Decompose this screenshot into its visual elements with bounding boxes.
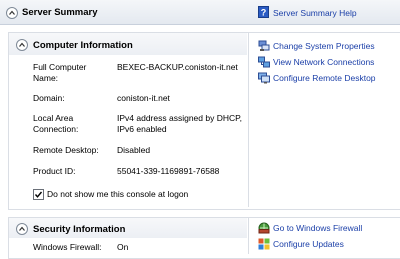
full-computer-name-label: Full Computer Name: — [33, 62, 87, 83]
svg-text:?: ? — [261, 8, 267, 18]
system-properties-icon — [258, 40, 270, 52]
remote-desktop-icon — [258, 72, 270, 84]
windows-firewall-value: On — [117, 242, 129, 252]
change-system-properties-link[interactable]: Change System Properties — [273, 41, 375, 51]
do-not-show-checkbox[interactable] — [33, 189, 44, 200]
local-area-connection-value: IPv4 address assigned by DHCP, IPv6 enab… — [117, 113, 243, 134]
security-divider — [248, 218, 249, 254]
local-area-connection-label: Local Area Connection: — [33, 113, 79, 134]
computer-information-title: Computer Information — [33, 40, 133, 51]
full-computer-name-value: BEXEC-BACKUP.coniston-it.net — [117, 62, 238, 72]
section-divider — [248, 33, 249, 207]
security-information-title: Security Information — [33, 224, 126, 235]
server-summary-help-link[interactable]: Server Summary Help — [273, 8, 357, 18]
updates-icon — [258, 238, 270, 250]
firewall-icon — [258, 222, 270, 234]
checkmark-icon — [34, 191, 43, 198]
do-not-show-label[interactable]: Do not show me this console at logon — [47, 189, 188, 199]
collapse-security-information-button[interactable] — [16, 223, 28, 235]
windows-firewall-label: Windows Firewall: — [33, 242, 102, 252]
chevron-up-icon — [19, 42, 25, 47]
go-to-windows-firewall-link[interactable]: Go to Windows Firewall — [273, 223, 362, 233]
chevron-up-icon — [19, 226, 25, 231]
domain-value: coniston-it.net — [117, 93, 170, 103]
server-summary-title: Server Summary — [22, 7, 98, 18]
network-connections-icon — [258, 56, 270, 68]
view-network-connections-link[interactable]: View Network Connections — [273, 57, 374, 67]
domain-label: Domain: — [33, 93, 65, 103]
collapse-server-summary-button[interactable] — [6, 7, 18, 19]
remote-desktop-label: Remote Desktop: — [33, 145, 99, 155]
collapse-computer-information-button[interactable] — [16, 39, 28, 51]
product-id-label: Product ID: — [33, 166, 76, 176]
help-icon: ? — [258, 6, 269, 18]
configure-updates-link[interactable]: Configure Updates — [273, 239, 344, 249]
product-id-value: 55041-339-1169891-76588 — [117, 166, 220, 176]
chevron-up-icon — [9, 10, 15, 15]
configure-remote-desktop-link[interactable]: Configure Remote Desktop — [273, 73, 376, 83]
remote-desktop-value: Disabled — [117, 145, 151, 155]
